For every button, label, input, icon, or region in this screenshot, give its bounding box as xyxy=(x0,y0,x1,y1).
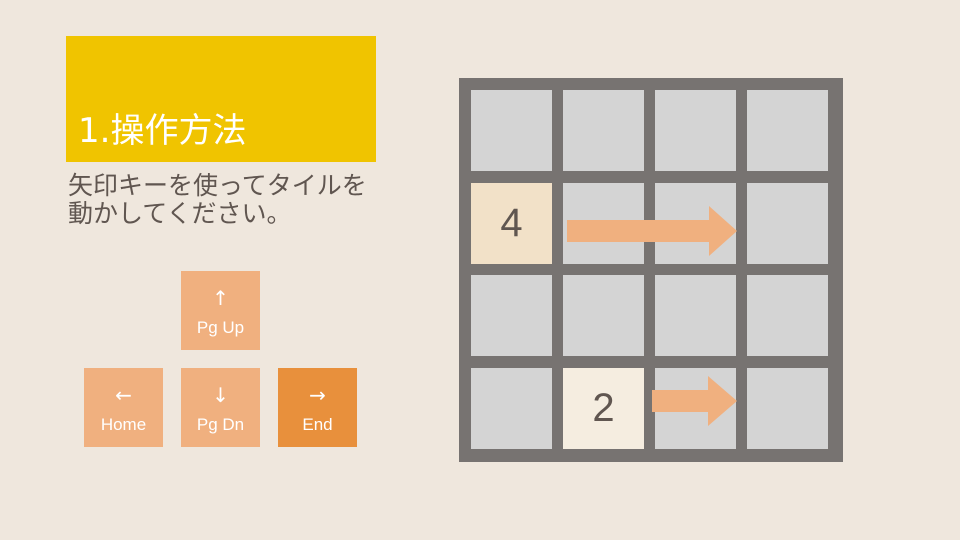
key-home[interactable]: ← Home xyxy=(84,368,163,447)
board-cell xyxy=(655,90,736,171)
board-cell xyxy=(471,275,552,356)
key-label: End xyxy=(302,415,333,434)
board-cell xyxy=(747,368,828,449)
move-right-arrow-icon xyxy=(567,206,737,256)
board-cell xyxy=(747,90,828,171)
tile-2: 2 xyxy=(563,368,644,449)
key-pg-dn[interactable]: ↓ Pg Dn xyxy=(181,368,260,447)
instruction-text: 矢印キーを使ってタイルを動かしてください。 xyxy=(68,171,367,228)
board-cell xyxy=(471,368,552,449)
move-right-arrow-icon xyxy=(652,376,737,426)
board-cell xyxy=(747,275,828,356)
key-label: Pg Up xyxy=(196,318,245,337)
board-cell xyxy=(655,275,736,356)
board-cell xyxy=(563,275,644,356)
key-pg-up[interactable]: ↑ Pg Up xyxy=(181,271,260,350)
slide-title: 1.操作方法 xyxy=(78,111,247,151)
board-cell xyxy=(563,90,644,171)
arrow-right-icon: → xyxy=(309,383,326,407)
game-board: 4 2 xyxy=(459,78,843,462)
title-banner: 1.操作方法 xyxy=(66,36,376,162)
board-cell xyxy=(471,90,552,171)
arrow-down-icon: ↓ xyxy=(212,383,229,407)
tile-4: 4 xyxy=(471,183,552,264)
arrow-left-icon: ← xyxy=(115,383,132,407)
arrow-up-icon: ↑ xyxy=(212,286,229,310)
board-cell xyxy=(747,183,828,264)
key-end[interactable]: → End xyxy=(278,368,357,447)
key-label: Pg Dn xyxy=(196,415,245,434)
key-label: Home xyxy=(100,415,147,434)
